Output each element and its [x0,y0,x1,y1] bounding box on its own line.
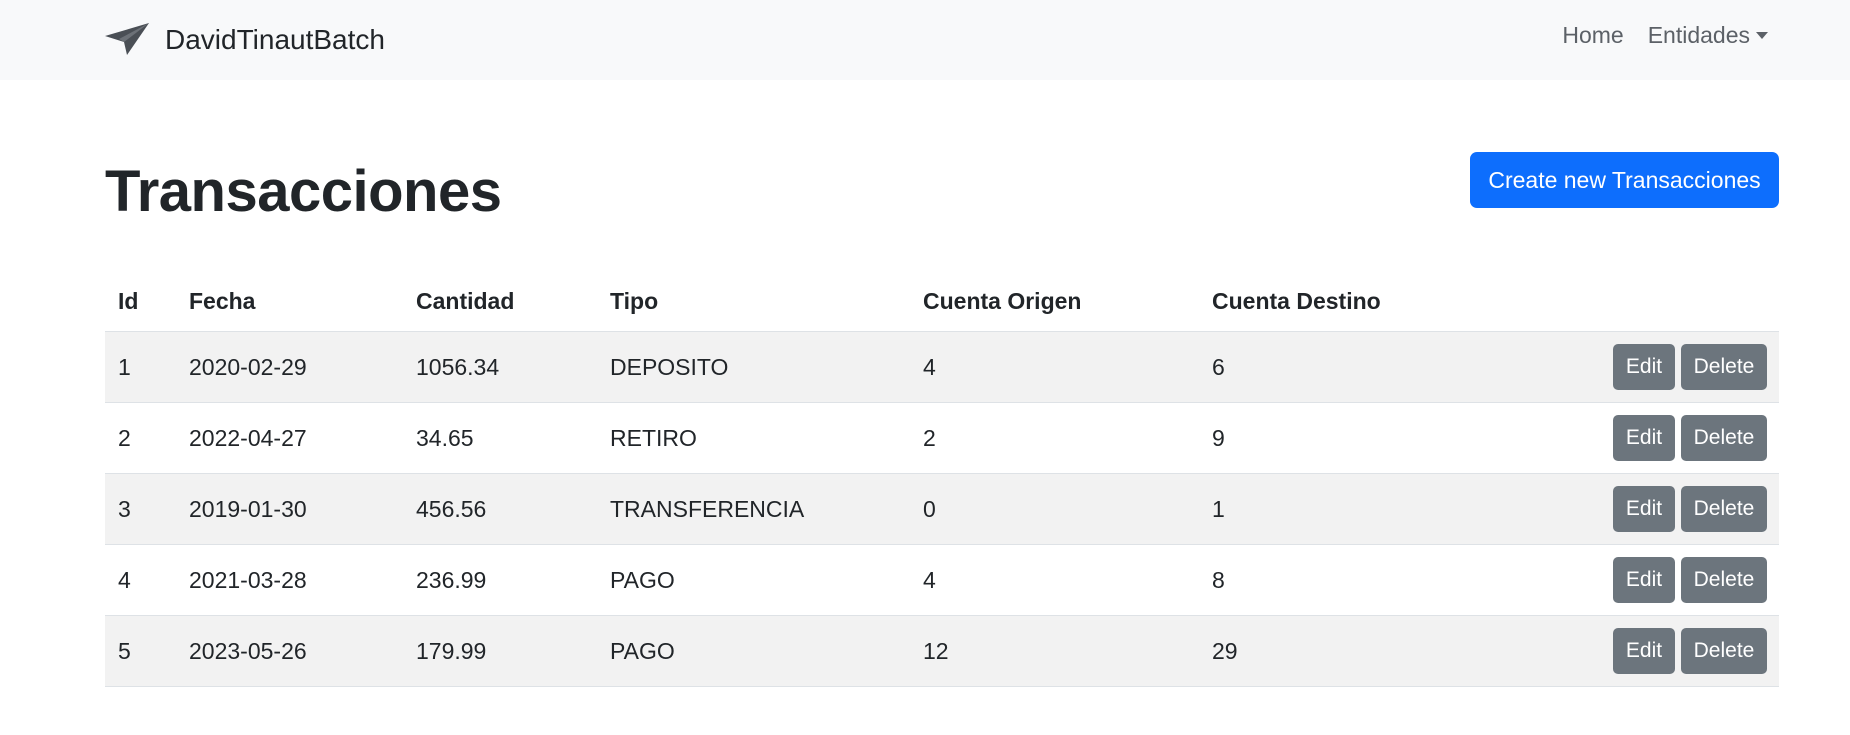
delete-button[interactable]: Delete [1681,344,1767,390]
edit-button[interactable]: Edit [1613,344,1675,390]
cell-id: 5 [118,637,131,664]
table-row: 4 2021-03-28 236.99 PAGO 4 8 Edit Delete [105,545,1779,616]
cell-cantidad: 236.99 [416,566,487,593]
navbar-brand[interactable]: DavidTinautBatch [105,20,385,60]
cell-id: 3 [118,495,131,522]
cell-cuenta-destino: 6 [1212,353,1225,380]
header-cuenta-destino: Cuenta Destino [1212,288,1381,314]
row-actions: Edit Delete [1613,486,1767,532]
cell-tipo: PAGO [610,637,675,664]
row-actions: Edit Delete [1613,344,1767,390]
page-title: Transacciones [105,159,502,224]
cell-cantidad: 1056.34 [416,353,500,380]
row-actions: Edit Delete [1613,415,1767,461]
edit-button[interactable]: Edit [1613,557,1675,603]
navbar: DavidTinautBatch Home Entidades [0,0,1850,80]
table-header: Id Fecha Cantidad Tipo Cuenta Origen Cue… [105,272,1779,332]
cell-fecha: 2020-02-29 [189,353,307,380]
edit-button[interactable]: Edit [1613,486,1675,532]
cell-tipo: DEPOSITO [610,353,729,380]
cell-cuenta-origen: 12 [923,637,949,664]
cell-cuenta-destino: 9 [1212,424,1225,451]
delete-button[interactable]: Delete [1681,557,1767,603]
cell-fecha: 2022-04-27 [189,424,307,451]
nav-entidades-dropdown[interactable]: Entidades [1648,22,1768,49]
table-row: 3 2019-01-30 456.56 TRANSFERENCIA 0 1 Ed… [105,474,1779,545]
brand-name: DavidTinautBatch [165,24,385,55]
nav-home-link[interactable]: Home [1562,22,1623,49]
cell-cuenta-origen: 4 [923,353,936,380]
cell-tipo: TRANSFERENCIA [610,495,805,522]
table-row: 2 2022-04-27 34.65 RETIRO 2 9 Edit Delet… [105,403,1779,474]
create-transaccion-button[interactable]: Create new Transacciones [1470,152,1779,208]
delete-button[interactable]: Delete [1681,486,1767,532]
cell-id: 4 [118,566,131,593]
delete-button[interactable]: Delete [1681,628,1767,674]
caret-down-icon [1756,32,1768,39]
cell-id: 2 [118,424,131,451]
cell-fecha: 2021-03-28 [189,566,307,593]
cell-fecha: 2019-01-30 [189,495,307,522]
header-cuenta-origen: Cuenta Origen [923,288,1082,314]
edit-button[interactable]: Edit [1613,628,1675,674]
row-actions: Edit Delete [1613,628,1767,674]
cell-id: 1 [118,353,131,380]
cell-cantidad: 456.56 [416,495,487,522]
delete-button[interactable]: Delete [1681,415,1767,461]
paper-plane-icon [105,23,149,55]
nav-links: Home Entidades [1538,22,1768,49]
edit-button[interactable]: Edit [1613,415,1675,461]
table-row: 5 2023-05-26 179.99 PAGO 12 29 Edit Dele… [105,616,1779,687]
cell-cuenta-destino: 1 [1212,495,1225,522]
cell-cantidad: 34.65 [416,424,474,451]
header-fecha: Fecha [189,288,256,314]
header-tipo: Tipo [610,288,659,314]
row-actions: Edit Delete [1613,557,1767,603]
cell-cantidad: 179.99 [416,637,487,664]
table-row: 1 2020-02-29 1056.34 DEPOSITO 4 6 Edit D… [105,332,1779,403]
transacciones-table: Id Fecha Cantidad Tipo Cuenta Origen Cue… [105,272,1779,687]
cell-cuenta-origen: 0 [923,495,936,522]
cell-tipo: RETIRO [610,424,697,451]
cell-cuenta-origen: 4 [923,566,936,593]
cell-tipo: PAGO [610,566,675,593]
header-cantidad: Cantidad [416,288,515,314]
cell-fecha: 2023-05-26 [189,637,307,664]
cell-cuenta-destino: 8 [1212,566,1225,593]
cell-cuenta-origen: 2 [923,424,936,451]
nav-entidades-label: Entidades [1647,22,1750,48]
header-id: Id [118,288,139,314]
cell-cuenta-destino: 29 [1212,637,1238,664]
